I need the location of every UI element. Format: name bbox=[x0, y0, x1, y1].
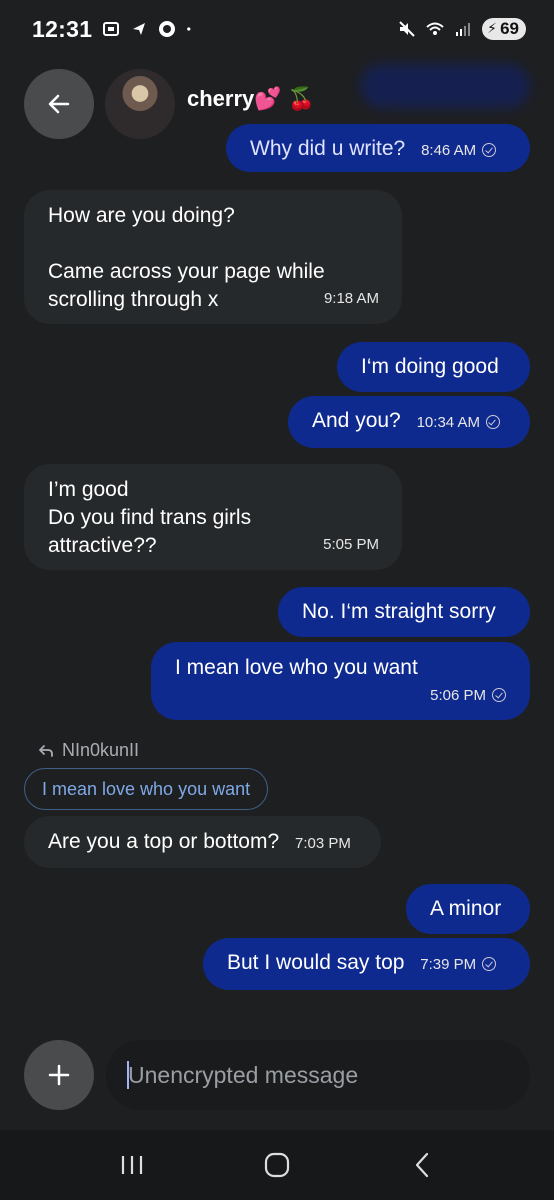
message-bubble-outgoing[interactable]: I‘m doing good bbox=[337, 342, 530, 392]
read-check-icon bbox=[482, 957, 497, 971]
wifi-icon bbox=[426, 22, 444, 35]
send-notification-icon bbox=[133, 23, 146, 35]
plus-icon bbox=[48, 1064, 70, 1086]
message-bubble-incoming[interactable]: How are you doing? Came across your page… bbox=[24, 190, 402, 324]
recent-apps-icon bbox=[122, 1156, 143, 1174]
attach-button[interactable] bbox=[24, 1040, 94, 1110]
message-text: I‘m doing good bbox=[361, 355, 499, 378]
charging-icon: ⚡ bbox=[487, 20, 497, 36]
reply-arrow-icon bbox=[39, 744, 53, 757]
message-text: No. I‘m straight sorry bbox=[302, 600, 496, 623]
mute-icon bbox=[399, 21, 415, 37]
message-bubble-outgoing[interactable]: I mean love who you want 5:06 PM bbox=[151, 642, 530, 720]
message-time: 5:05 PM bbox=[323, 536, 379, 553]
battery-level: 69 bbox=[500, 19, 519, 38]
message-time: 7:03 PM bbox=[294, 835, 351, 852]
recent-apps-button[interactable] bbox=[102, 1140, 162, 1190]
message-bubble-incoming[interactable]: I’m good Do you find trans girls attract… bbox=[24, 464, 402, 570]
status-time: 12:31 bbox=[32, 15, 93, 42]
message-text: But I would say top bbox=[227, 951, 405, 974]
message-text: Why did u write? bbox=[250, 137, 406, 160]
message-text: I mean love who you want bbox=[175, 656, 418, 679]
reply-reference: NIn0kunII bbox=[38, 740, 139, 761]
contact-name[interactable]: cherry💕 🍒 bbox=[187, 86, 315, 112]
message-bubble-outgoing[interactable]: Why did u write? 8:46 AM bbox=[226, 124, 530, 172]
battery-indicator: ⚡ 69 bbox=[482, 18, 526, 40]
chevron-left-icon bbox=[415, 1152, 428, 1178]
back-nav-button[interactable] bbox=[392, 1140, 452, 1190]
message-time: 7:39 PM bbox=[420, 956, 477, 973]
message-text: A minor bbox=[430, 897, 502, 920]
status-bar: 12:31 ⚡ 69 bbox=[0, 0, 554, 58]
message-time: 5:06 PM bbox=[430, 687, 486, 704]
message-bubble-outgoing[interactable]: But I would say top 7:39 PM bbox=[203, 938, 530, 990]
quoted-text: I mean love who you want bbox=[42, 778, 251, 799]
redacted-overlay bbox=[360, 64, 530, 108]
message-time: 9:18 AM bbox=[323, 290, 379, 307]
contact-avatar[interactable] bbox=[105, 69, 175, 139]
message-time: 10:34 AM bbox=[416, 414, 480, 431]
screenshot-icon bbox=[103, 22, 120, 36]
message-input[interactable] bbox=[106, 1040, 530, 1110]
read-check-icon bbox=[482, 143, 497, 157]
app-notification-icon bbox=[159, 21, 176, 37]
system-nav-bar bbox=[0, 1130, 554, 1200]
read-check-icon bbox=[492, 688, 506, 702]
back-button[interactable] bbox=[24, 69, 94, 139]
read-check-icon bbox=[485, 415, 500, 429]
dot-icon bbox=[187, 27, 191, 31]
signal-icon bbox=[456, 23, 471, 36]
text-cursor bbox=[127, 1061, 129, 1089]
home-icon bbox=[264, 1152, 290, 1178]
message-bubble-outgoing[interactable]: No. I‘m straight sorry bbox=[278, 587, 530, 637]
reply-author: NIn0kunII bbox=[62, 740, 140, 760]
message-composer bbox=[0, 1036, 554, 1116]
message-bubble-outgoing[interactable]: And you? 10:34 AM bbox=[288, 396, 530, 448]
message-bubble-incoming[interactable]: Are you a top or bottom? 7:03 PM bbox=[24, 816, 381, 868]
message-bubble-outgoing[interactable]: A minor bbox=[406, 884, 530, 934]
home-button[interactable] bbox=[247, 1140, 307, 1190]
message-text: And you? bbox=[312, 409, 401, 432]
message-text: Are you a top or bottom? bbox=[48, 830, 280, 853]
arrow-left-icon bbox=[48, 94, 70, 114]
quoted-message[interactable]: I mean love who you want bbox=[24, 768, 269, 810]
message-time: 8:46 AM bbox=[421, 142, 477, 159]
